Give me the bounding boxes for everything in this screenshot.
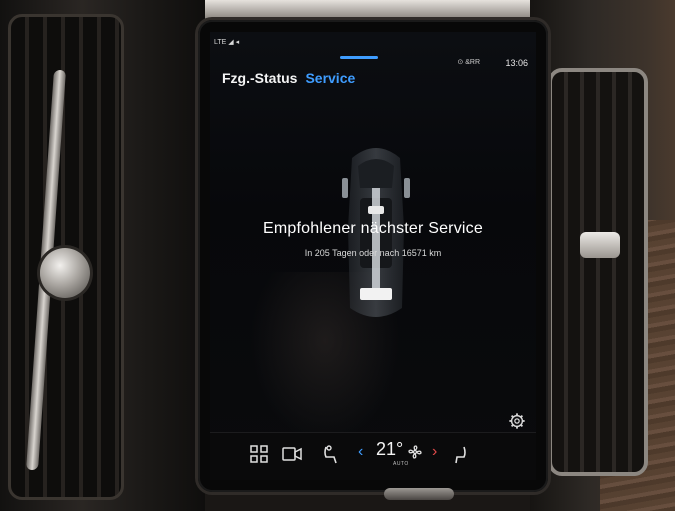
network-indicator: LTE ◢ ◂ <box>214 39 240 46</box>
air-vent-right <box>548 68 648 476</box>
temp-up-right-icon[interactable]: › <box>432 443 437 461</box>
status-bar: LTE ◢ ◂ <box>210 36 536 50</box>
grid-icon[interactable] <box>250 445 268 463</box>
seat-heat-icon[interactable] <box>322 445 340 465</box>
vent-knob-right <box>580 232 620 258</box>
gear-icon[interactable] <box>508 412 526 430</box>
clock: 13:06 <box>505 58 528 68</box>
tab-bar: Fzg.-Status Service <box>222 70 355 86</box>
camera-icon[interactable] <box>282 445 302 463</box>
status-icons: ⊙ &RR <box>457 59 480 66</box>
infotainment-screen: LTE ◢ ◂ ⊙ &RR 13:06 Fzg.-Status Service … <box>210 32 536 480</box>
temperature-display[interactable]: 21° <box>376 439 403 460</box>
vent-knob-left <box>40 248 90 298</box>
climate-auto-label: AUTO <box>393 461 409 467</box>
temp-down-left-icon[interactable]: ‹ <box>358 443 363 461</box>
service-headline: Empfohlener nächster Service <box>263 220 483 237</box>
tab-vehicle-status[interactable]: Fzg.-Status <box>222 70 297 86</box>
climate-bar: ‹ 21° AUTO › <box>210 432 536 480</box>
active-tab-indicator <box>340 56 378 59</box>
fan-icon[interactable] <box>408 445 422 459</box>
service-detail: In 205 Tagen oder nach 16571 km <box>304 248 442 258</box>
seat-icon[interactable] <box>454 445 470 465</box>
home-button[interactable] <box>384 488 454 500</box>
tab-service[interactable]: Service <box>305 70 355 86</box>
